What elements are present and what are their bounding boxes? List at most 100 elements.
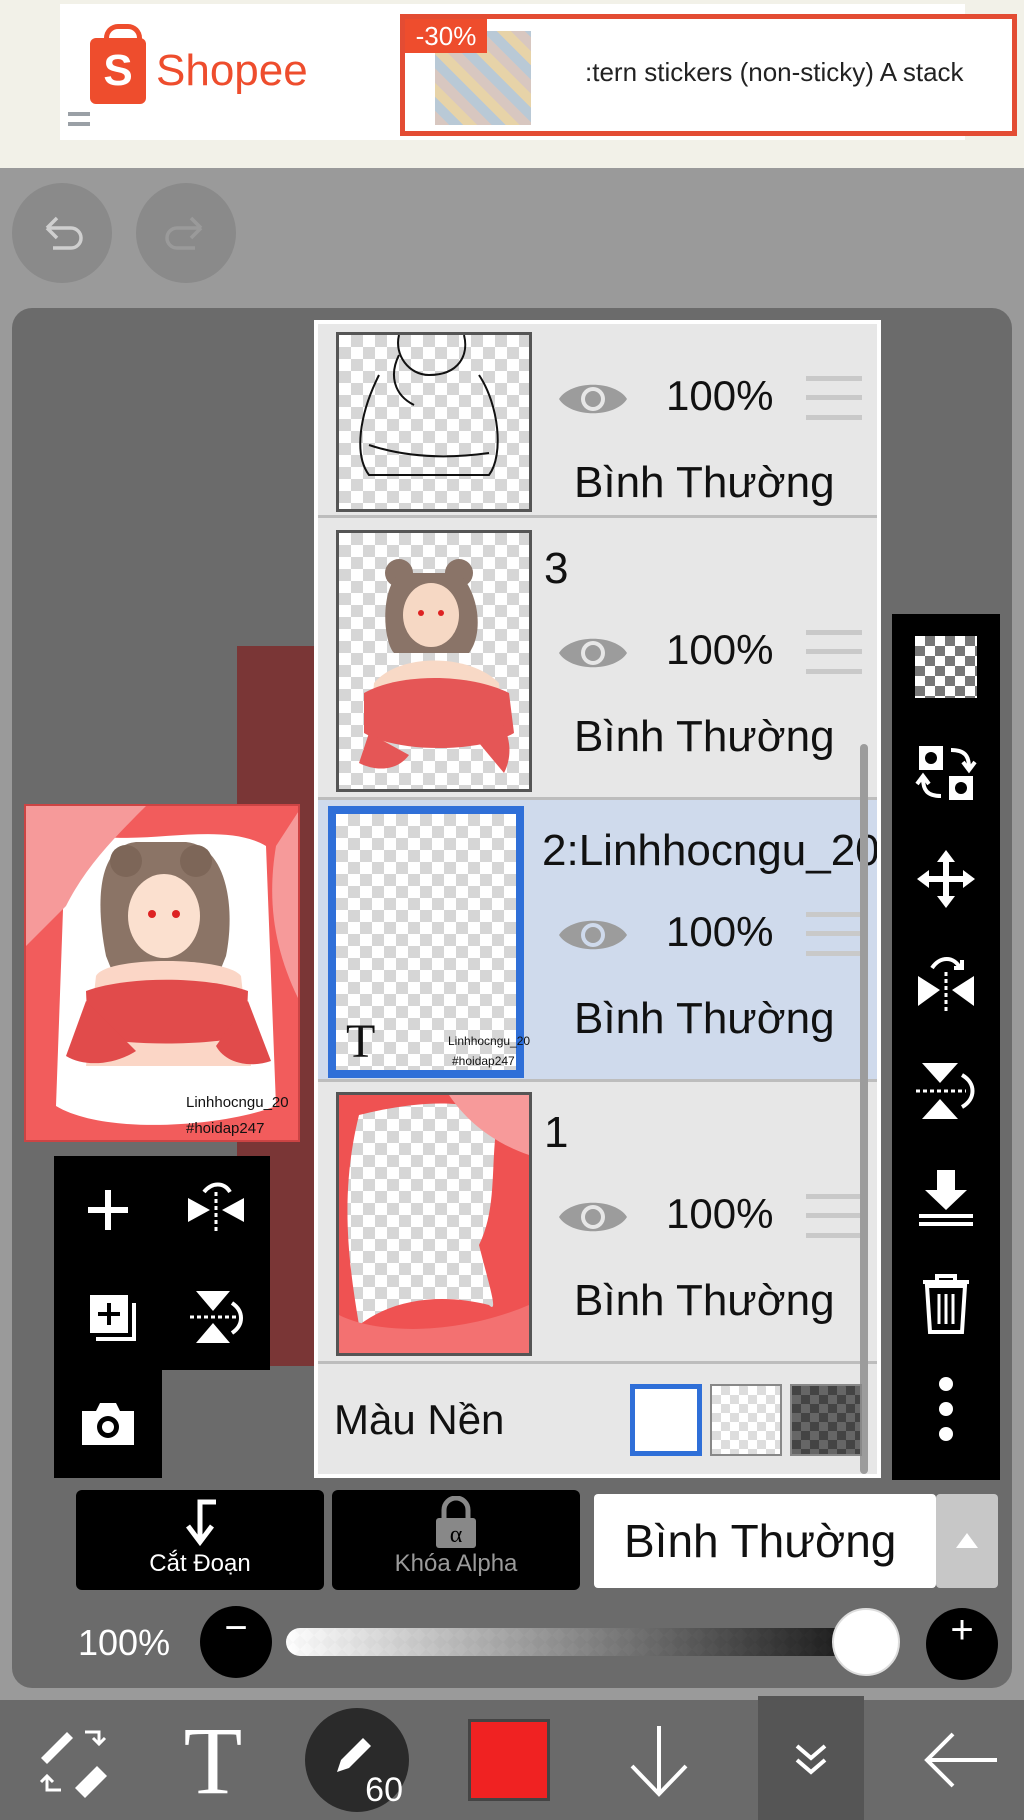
flip-vertical-button[interactable] <box>892 1038 1000 1144</box>
blend-mode-dropdown-button[interactable] <box>936 1494 998 1588</box>
more-icon <box>939 1377 953 1441</box>
brush-size-button[interactable]: 60 <box>284 1700 430 1820</box>
camera-icon <box>82 1402 134 1445</box>
visibility-eye-icon[interactable] <box>556 1194 630 1240</box>
layer-opacity: 100% <box>666 372 774 419</box>
ad-discount-badge: -30% <box>405 19 487 53</box>
flip-horizontal-icon <box>918 957 974 1014</box>
layer-blend-mode[interactable]: Bình Thường <box>574 1276 835 1326</box>
layer-row-selected[interactable]: T Linhhocngu_20 #hoidap247 2:Linhhocngu_… <box>318 800 877 1082</box>
layer-name: 2:Linhhocngu_20 <box>542 826 880 875</box>
flip-horizontal-button[interactable] <box>892 932 1000 1038</box>
undo-icon <box>45 216 83 250</box>
move-icon <box>917 850 975 908</box>
opacity-slider-thumb[interactable] <box>832 1608 900 1676</box>
merge-down-icon <box>919 1170 973 1226</box>
drag-handle-icon[interactable] <box>806 912 862 956</box>
background-white-swatch[interactable] <box>630 1384 702 1456</box>
add-layer-icon <box>88 1189 128 1230</box>
ad-card[interactable]: S Shopee -30% :tern stickers (non-sticky… <box>60 4 1017 140</box>
lock-icon: α <box>436 1496 476 1548</box>
visibility-eye-icon[interactable] <box>556 376 630 422</box>
add-layer-button[interactable] <box>54 1156 162 1263</box>
layer-actions-toolbar <box>892 614 1000 1480</box>
background-label: Màu Nền <box>334 1396 505 1443</box>
drag-handle-icon[interactable] <box>806 376 862 420</box>
layer-thumbnail[interactable] <box>336 332 532 512</box>
app-root: S Shopee -30% :tern stickers (non-sticky… <box>0 0 1024 1820</box>
drag-handle-icon[interactable] <box>806 630 862 674</box>
layer-thumbnail[interactable] <box>336 1092 532 1356</box>
shopee-bag-icon: S <box>90 24 146 104</box>
clipping-label: Cắt Đoạn <box>149 1550 251 1577</box>
text-tool-button[interactable]: T <box>140 1700 286 1820</box>
opacity-slider-track[interactable] <box>286 1628 886 1656</box>
ad-product-title: :tern stickers (non-sticky) A stack <box>585 57 964 87</box>
alpha-lock-button[interactable]: α Khóa Alpha <box>332 1490 580 1590</box>
plus-icon: + <box>950 1608 974 1652</box>
layer-blend-mode[interactable]: Bình Thường <box>574 994 835 1044</box>
clipping-button[interactable]: Cắt Đoạn <box>76 1490 324 1590</box>
canvas-preview[interactable]: Linhhocngu_20 #hoidap247 <box>24 804 300 1142</box>
color-picker-button[interactable] <box>436 1700 582 1820</box>
layers-panel[interactable]: 100% Bình Thường 3 100% Bình Thường T Li… <box>314 320 881 1478</box>
more-options-button[interactable] <box>892 1356 1000 1462</box>
shopee-logo: S Shopee <box>90 24 308 104</box>
drag-handle-icon[interactable] <box>806 1194 862 1238</box>
redo-button[interactable] <box>136 183 236 283</box>
layer-row[interactable]: 1 100% Bình Thường <box>318 1082 877 1364</box>
back-button[interactable] <box>888 1700 1024 1820</box>
undo-button[interactable] <box>12 183 112 283</box>
arrow-down-icon <box>630 1726 688 1797</box>
layer-thumbnail-art <box>339 1095 529 1353</box>
background-transparent-swatch[interactable] <box>710 1384 782 1456</box>
trash-icon <box>923 1274 969 1334</box>
triangle-up-icon <box>956 1533 978 1548</box>
thumbnail-text-1: Linhhocngu_20 <box>448 1034 531 1048</box>
background-dark-swatch[interactable] <box>790 1384 862 1456</box>
transfer-button[interactable] <box>892 720 1000 826</box>
layer-thumbnail-art <box>359 559 514 773</box>
flip-vertical-icon <box>916 1063 975 1119</box>
merge-down-button[interactable] <box>892 1144 1000 1250</box>
flip-layer-vertical-button[interactable] <box>162 1263 270 1370</box>
alpha-lock-label: Khóa Alpha <box>394 1550 518 1577</box>
delete-layer-button[interactable] <box>892 1250 1000 1356</box>
opacity-value-label: 100% <box>78 1622 171 1663</box>
arrow-left-icon <box>924 1732 997 1788</box>
move-button[interactable] <box>892 826 1000 932</box>
background-color-row: Màu Nền <box>318 1370 877 1474</box>
layer-thumbnail[interactable]: T Linhhocngu_20 #hoidap247 <box>328 806 530 1078</box>
flip-layer-horizontal-button[interactable] <box>162 1156 270 1263</box>
minus-icon: − <box>224 1606 248 1650</box>
scroll-down-button[interactable] <box>586 1700 732 1820</box>
opacity-increase-button[interactable]: + <box>926 1608 998 1680</box>
brush-eraser-switch-icon <box>39 1730 107 1798</box>
opacity-decrease-button[interactable]: − <box>200 1606 272 1678</box>
layer-row[interactable]: 100% Bình Thường <box>318 324 877 518</box>
brush-eraser-switch-button[interactable] <box>0 1700 146 1820</box>
transparency-button[interactable] <box>892 614 1000 720</box>
layer-row[interactable]: 3 100% Bình Thường <box>318 518 877 800</box>
collapse-panel-button[interactable] <box>758 1696 864 1820</box>
layer-toolbox <box>54 1156 270 1370</box>
layer-blend-mode[interactable]: Bình Thường <box>574 458 835 508</box>
layer-blend-mode[interactable]: Bình Thường <box>574 712 835 762</box>
ad-product[interactable]: -30% :tern stickers (non-sticky) A stack <box>400 14 1017 136</box>
visibility-eye-icon[interactable] <box>556 630 630 676</box>
add-layer-copy-button[interactable] <box>54 1263 162 1370</box>
svg-text:α: α <box>450 1522 463 1548</box>
double-chevron-down-icon <box>795 1744 827 1775</box>
current-color-swatch <box>468 1719 550 1801</box>
layer-name: 3 <box>544 544 569 593</box>
ad-banner[interactable]: S Shopee -30% :tern stickers (non-sticky… <box>0 0 1024 168</box>
layer-opacity: 100% <box>666 626 774 673</box>
blend-mode-select[interactable]: Bình Thường <box>594 1494 936 1588</box>
camera-toolbox <box>54 1370 162 1478</box>
layer-thumbnail[interactable] <box>336 530 532 792</box>
layers-scrollbar[interactable] <box>860 744 868 1474</box>
visibility-eye-icon[interactable] <box>556 912 630 958</box>
preview-watermark-2: #hoidap247 <box>186 1120 265 1137</box>
ad-menu-icon[interactable] <box>68 112 90 126</box>
camera-button[interactable] <box>54 1370 162 1477</box>
